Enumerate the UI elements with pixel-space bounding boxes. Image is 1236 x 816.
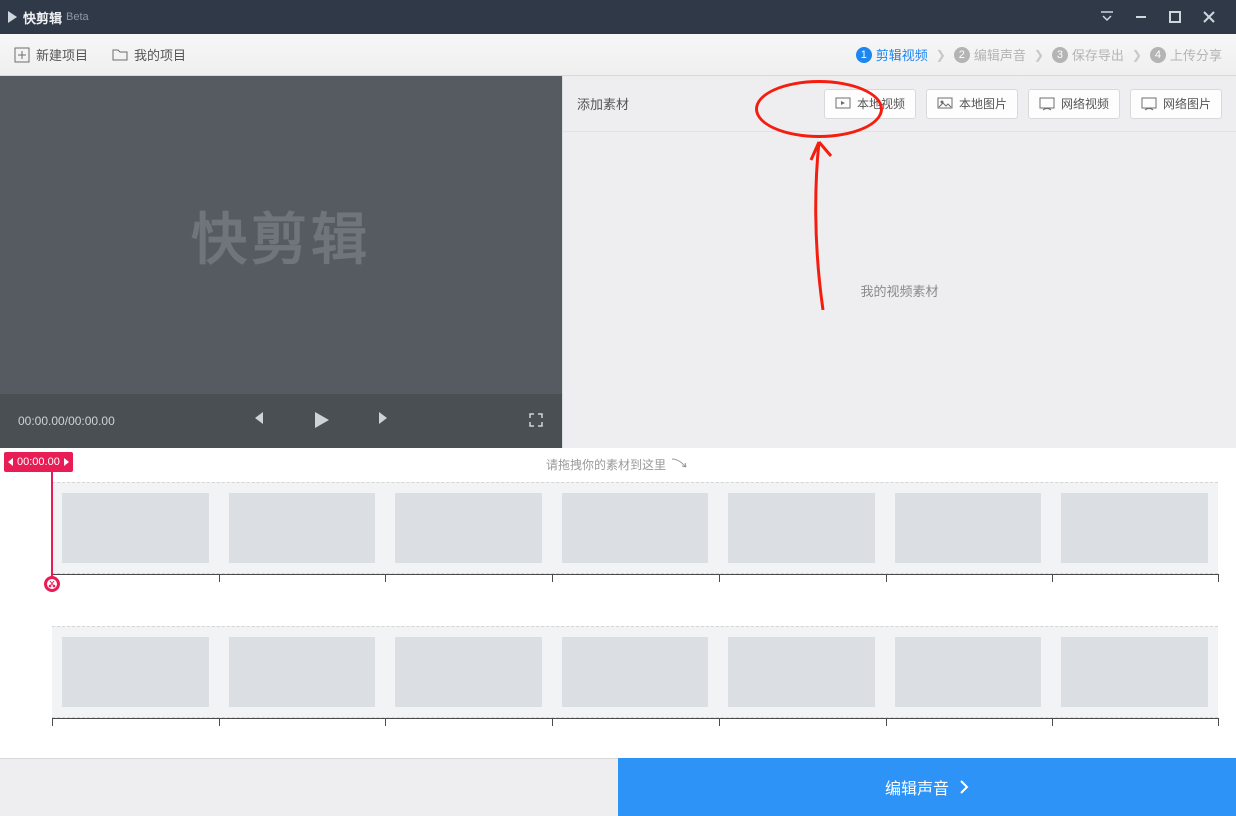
- bottom-bar-left: [0, 758, 618, 816]
- clip-placeholder: [62, 637, 209, 707]
- maximize-button[interactable]: [1158, 0, 1192, 34]
- clip-placeholder: [229, 637, 376, 707]
- my-projects-button[interactable]: 我的项目: [112, 45, 186, 64]
- playhead-scissors-knob[interactable]: [44, 576, 60, 592]
- local-image-button[interactable]: 本地图片: [926, 89, 1018, 119]
- asset-panel: 添加素材 本地视频 本地图片 网络视频 网络图片: [562, 76, 1236, 448]
- preview-canvas: 快剪辑: [0, 76, 562, 394]
- web-video-button[interactable]: 网络视频: [1028, 89, 1120, 119]
- clip-placeholder: [728, 637, 875, 707]
- timeline-hint: 请拖拽你的素材到这里: [546, 456, 666, 473]
- play-button[interactable]: [311, 410, 331, 433]
- clip-placeholder: [1061, 493, 1208, 563]
- preview-controls: 00:00.00/00:00.00: [0, 394, 562, 448]
- next-button[interactable]: [377, 410, 393, 433]
- new-project-button[interactable]: 新建项目: [14, 45, 88, 64]
- clip-placeholder: [728, 493, 875, 563]
- minimize-button[interactable]: [1124, 0, 1158, 34]
- timeline-hint-row: 00:00.00 请拖拽你的素材到这里: [0, 452, 1236, 476]
- app-name: 快剪辑: [23, 8, 62, 27]
- fullscreen-button[interactable]: [528, 412, 544, 431]
- drag-arrow-icon: [670, 457, 690, 471]
- edit-audio-next-button[interactable]: 编辑声音: [618, 758, 1236, 816]
- preview-time: 00:00.00/00:00.00: [18, 414, 115, 428]
- chevron-right-icon: ❯: [1034, 48, 1044, 62]
- step-2-edit-audio[interactable]: 2编辑声音: [954, 45, 1026, 64]
- chevron-right-icon: ❯: [1132, 48, 1142, 62]
- track-ruler[interactable]: [52, 574, 1218, 590]
- bottom-bar: 编辑声音: [0, 758, 1236, 816]
- video-preview: 快剪辑 00:00.00/00:00.00: [0, 76, 562, 448]
- clip-placeholder: [562, 637, 709, 707]
- beta-label: Beta: [66, 11, 89, 23]
- local-video-button[interactable]: 本地视频: [824, 89, 916, 119]
- app-logo-icon: [8, 11, 17, 23]
- new-project-label: 新建项目: [36, 45, 88, 64]
- playhead-line[interactable]: [51, 472, 53, 584]
- step-3-save-export[interactable]: 3保存导出: [1052, 45, 1124, 64]
- close-button[interactable]: [1192, 0, 1226, 34]
- step-4-upload-share[interactable]: 4上传分享: [1150, 45, 1222, 64]
- audio-track[interactable]: [52, 626, 1218, 718]
- asset-title: 添加素材: [577, 94, 629, 113]
- timeline-area: 00:00.00 请拖拽你的素材到这里: [0, 452, 1236, 734]
- clip-placeholder: [395, 637, 542, 707]
- chevron-right-icon: ❯: [936, 48, 946, 62]
- title-bar: 快剪辑 Beta: [0, 0, 1236, 34]
- clip-placeholder: [562, 493, 709, 563]
- clip-placeholder: [229, 493, 376, 563]
- playhead-time-badge[interactable]: 00:00.00: [4, 452, 73, 472]
- step-1-edit-video[interactable]: 1剪辑视频: [856, 45, 928, 64]
- clip-placeholder: [395, 493, 542, 563]
- track-ruler-2[interactable]: [52, 718, 1218, 734]
- clip-placeholder: [895, 637, 1042, 707]
- app-root: 快剪辑 Beta 新建项目 我的项目 1剪辑视频 ❯: [0, 0, 1236, 816]
- previous-button[interactable]: [249, 410, 265, 433]
- toolbar: 新建项目 我的项目 1剪辑视频 ❯ 2编辑声音 ❯ 3保存导出 ❯ 4上传分享: [0, 34, 1236, 76]
- clip-placeholder: [62, 493, 209, 563]
- clip-placeholder: [895, 493, 1042, 563]
- asset-body-placeholder[interactable]: 我的视频素材: [563, 132, 1236, 448]
- dropdown-icon[interactable]: [1090, 0, 1124, 34]
- my-projects-label: 我的项目: [134, 45, 186, 64]
- preview-watermark: 快剪辑: [191, 195, 371, 276]
- web-image-button[interactable]: 网络图片: [1130, 89, 1222, 119]
- clip-placeholder: [1061, 637, 1208, 707]
- video-track[interactable]: [52, 482, 1218, 574]
- workflow-steps: 1剪辑视频 ❯ 2编辑声音 ❯ 3保存导出 ❯ 4上传分享: [856, 45, 1222, 64]
- main-row: 快剪辑 00:00.00/00:00.00: [0, 76, 1236, 448]
- asset-header: 添加素材 本地视频 本地图片 网络视频 网络图片: [563, 76, 1236, 132]
